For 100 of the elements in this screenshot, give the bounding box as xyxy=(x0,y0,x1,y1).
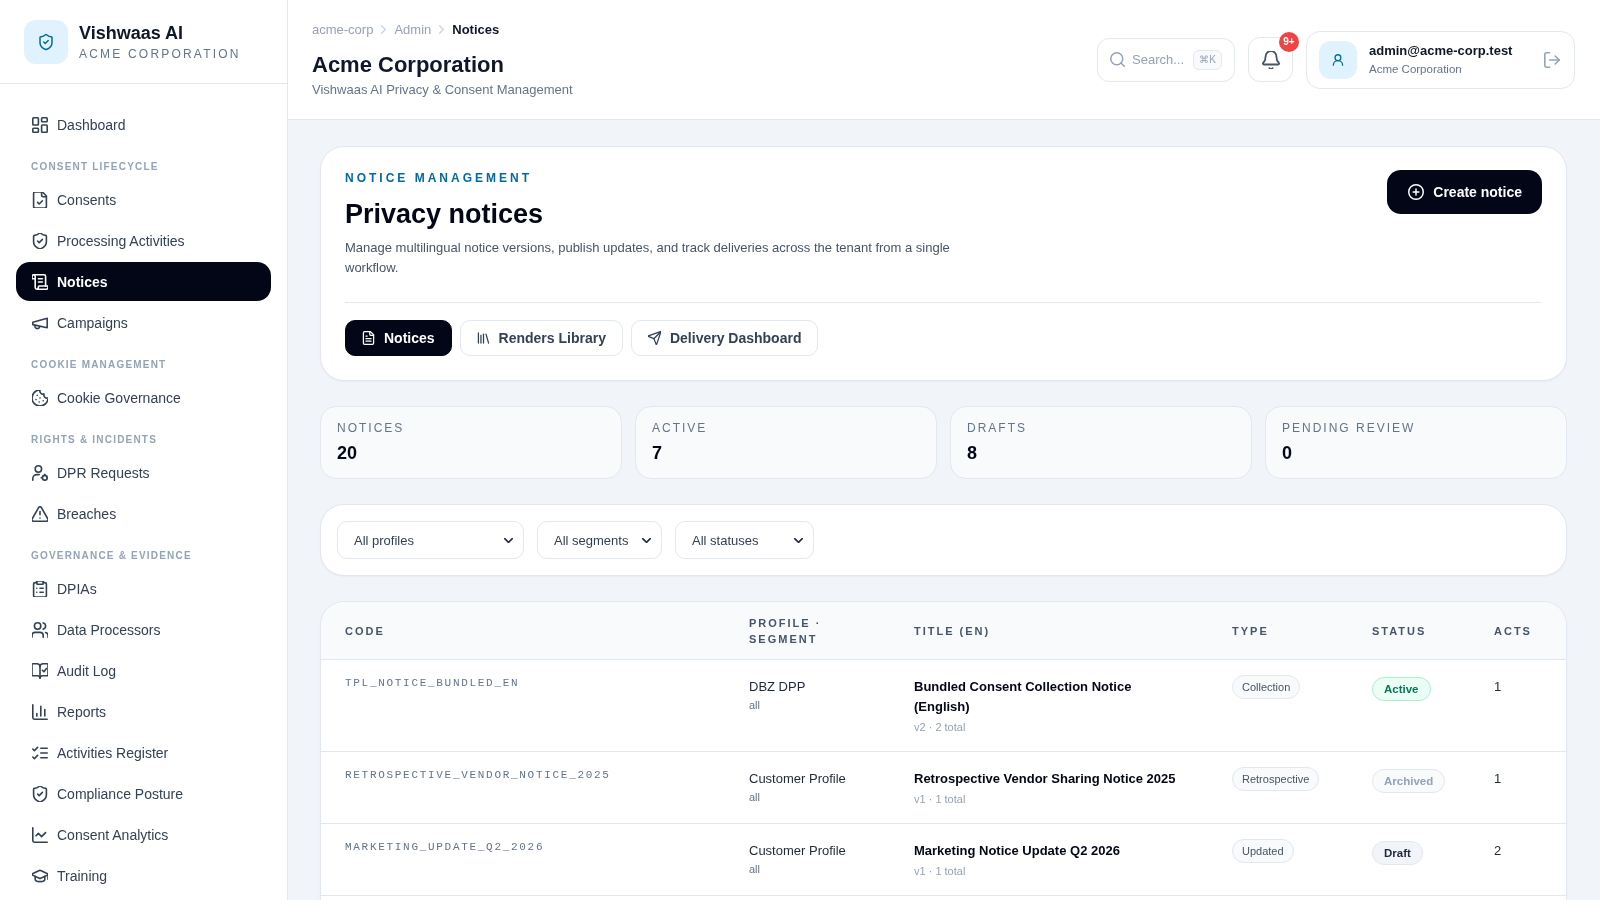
paper-plane-icon xyxy=(647,331,661,345)
create-notice-button[interactable]: Create notice xyxy=(1387,170,1542,214)
acts-count: 2 xyxy=(1494,842,1502,860)
version-info: v1 · 1 total xyxy=(914,864,966,879)
nav-item[interactable]: Consent Analytics xyxy=(16,815,271,854)
stat-label: PENDING REVIEW xyxy=(1282,420,1416,436)
breadcrumb-current: Notices xyxy=(452,20,500,39)
section-eyebrow: NOTICE MANAGEMENT xyxy=(345,170,532,186)
checklist-icon xyxy=(32,744,48,761)
filter-dropdown[interactable]: All profiles xyxy=(337,521,524,559)
graduation-cap-icon xyxy=(32,867,48,884)
nav-item[interactable]: Compliance Posture xyxy=(16,774,271,813)
nav-item[interactable]: Processing Activities xyxy=(16,221,271,260)
nav-item[interactable]: Breaches xyxy=(16,494,271,533)
stat-value: 8 xyxy=(967,442,977,465)
acts-count: 1 xyxy=(1494,770,1502,788)
type-tag: Updated xyxy=(1232,839,1294,863)
nav-item[interactable]: Cookie Governance xyxy=(16,378,271,417)
column-header: STATUS xyxy=(1372,623,1428,639)
nav-item[interactable]: Data Processors xyxy=(16,610,271,649)
acts-count: 1 xyxy=(1494,678,1502,696)
chevron-right-icon xyxy=(439,25,445,34)
chevron-right-icon xyxy=(381,25,387,34)
type-tag: Collection xyxy=(1232,675,1301,699)
filter-dropdown[interactable]: All segments xyxy=(537,521,662,559)
organization-name: ACME CORPORATION xyxy=(79,45,241,62)
open-book-icon xyxy=(32,662,48,679)
users-icon xyxy=(32,621,48,638)
stat-value: 20 xyxy=(337,442,358,465)
status-tag: Archived xyxy=(1372,769,1446,793)
document-icon xyxy=(362,331,375,345)
segment-label: all xyxy=(749,790,760,805)
chevron-down-icon xyxy=(504,537,513,543)
shield-check-icon xyxy=(32,232,48,249)
stat-label: ACTIVE xyxy=(652,420,708,436)
user-organization: Acme Corporation xyxy=(1369,62,1462,77)
nav-item[interactable]: Dashboard xyxy=(16,105,271,144)
logout-button[interactable] xyxy=(1544,51,1560,68)
clipboard-list-icon xyxy=(32,580,48,597)
column-header: PROFILE · SEGMENT xyxy=(749,615,823,647)
nav-item[interactable]: Campaigns xyxy=(16,303,271,342)
tab[interactable]: Notices xyxy=(345,320,452,356)
scroll-icon xyxy=(32,273,48,290)
document-check-icon xyxy=(32,191,48,208)
status-tag: Draft xyxy=(1372,841,1423,865)
section-description: Manage multilingual notice versions, publish updates, and track deliveries across the tenant from a single workflow. xyxy=(345,239,951,277)
user-email: admin@acme-corp.test xyxy=(1369,42,1513,60)
notice-code: TPL_NOTICE_BUNDLED_EN xyxy=(345,676,520,691)
chevron-down-icon xyxy=(794,537,803,543)
tab[interactable]: Renders Library xyxy=(459,320,623,356)
nav-item[interactable]: DPR Requests xyxy=(16,453,271,492)
grid-icon xyxy=(32,116,48,133)
notice-title[interactable]: Marketing Notice Update Q2 2026 xyxy=(914,841,1120,861)
user-gear-icon xyxy=(32,464,48,481)
notice-code: MARKETING_UPDATE_Q2_2026 xyxy=(345,840,545,855)
filter-dropdown[interactable]: All statuses xyxy=(675,521,814,559)
warning-icon xyxy=(32,505,48,522)
type-tag: Retrospective xyxy=(1232,767,1320,791)
page-subtitle: Vishwaas AI Privacy & Consent Management xyxy=(312,80,573,99)
page-title: Acme Corporation xyxy=(312,50,504,79)
notification-count: 9+ xyxy=(1279,32,1299,52)
shield-logo-icon xyxy=(24,19,68,64)
notice-title[interactable]: Retrospective Vendor Sharing Notice 2025 xyxy=(914,769,1176,789)
cookie-icon xyxy=(32,389,48,406)
megaphone-icon xyxy=(32,314,48,331)
stat-value: 7 xyxy=(652,442,662,465)
stat-value: 0 xyxy=(1282,442,1292,465)
bar-chart-icon xyxy=(32,703,48,720)
nav-item[interactable]: Consents xyxy=(16,180,271,219)
nav-item[interactable]: Audit Log xyxy=(16,651,271,690)
version-info: v2 · 2 total xyxy=(914,720,966,735)
library-icon xyxy=(476,331,490,345)
app-name: Vishwaas AI xyxy=(79,21,185,44)
nav-section-label: GOVERNANCE & EVIDENCE xyxy=(30,549,193,563)
column-header: CODE xyxy=(345,623,386,639)
nav-section-label: RIGHTS & INCIDENTS xyxy=(30,433,159,447)
segment-label: all xyxy=(749,698,760,713)
nav-item[interactable]: Activities Register xyxy=(16,733,271,772)
keyboard-shortcut: ⌘K xyxy=(1193,49,1222,70)
plus-circle-icon xyxy=(1408,184,1425,200)
logout-icon xyxy=(1544,51,1560,68)
nav-item[interactable]: Reports xyxy=(16,692,271,731)
profile-name: Customer Profile xyxy=(749,842,846,860)
section-title: Privacy notices xyxy=(345,198,544,231)
column-header: TITLE (EN) xyxy=(914,623,992,639)
nav-item[interactable]: Training xyxy=(16,856,271,895)
shield-check-icon xyxy=(32,785,48,802)
profile-name: Customer Profile xyxy=(749,770,846,788)
notice-title[interactable]: Bundled Consent Collection Notice (English) xyxy=(914,677,1184,717)
notice-code: RETROSPECTIVE_VENDOR_NOTICE_2025 xyxy=(345,768,611,783)
status-tag: Active xyxy=(1372,677,1431,701)
column-header: ACTS xyxy=(1494,623,1533,639)
line-chart-icon xyxy=(32,826,48,843)
chevron-down-icon xyxy=(642,537,651,543)
segment-label: all xyxy=(749,862,760,877)
nav-item[interactable]: Notices xyxy=(16,262,271,301)
version-info: v1 · 1 total xyxy=(914,792,966,807)
tab[interactable]: Delivery Dashboard xyxy=(630,320,819,356)
bell-icon xyxy=(1261,50,1280,69)
nav-item[interactable]: DPIAs xyxy=(16,569,271,608)
